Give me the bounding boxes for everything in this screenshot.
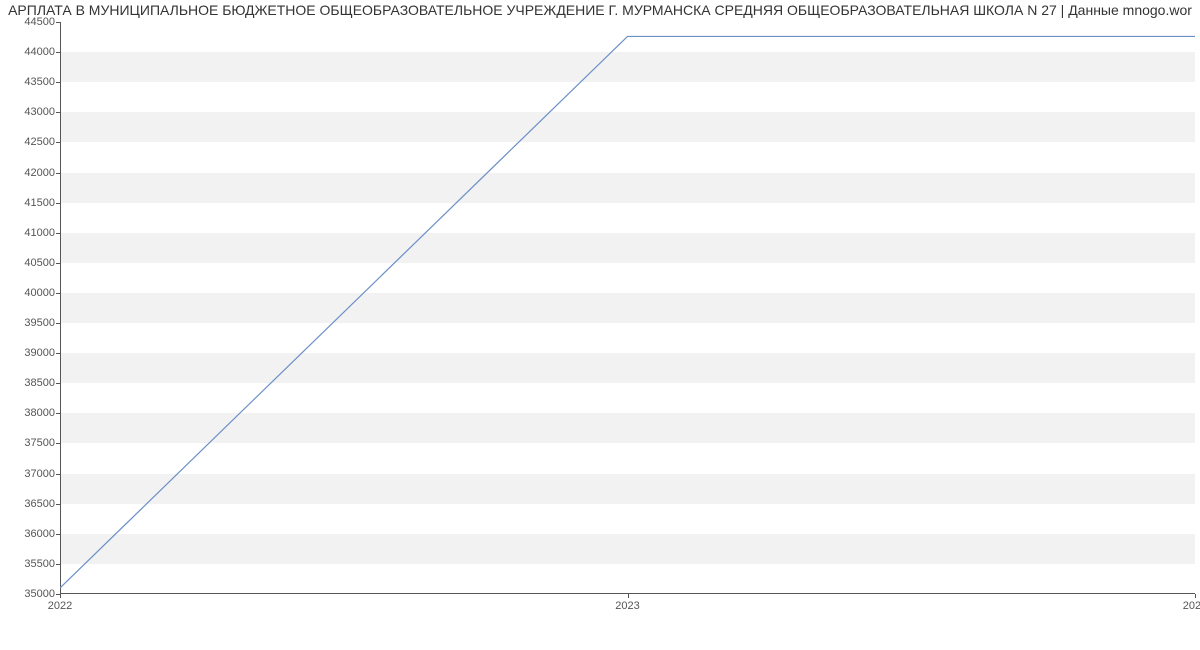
y-tick-label: 38500: [5, 377, 55, 389]
y-tick-label: 35500: [5, 558, 55, 570]
y-tick-mark: [56, 293, 60, 294]
x-tick-label: 2024: [1183, 600, 1200, 612]
y-tick-label: 39500: [5, 317, 55, 329]
y-tick-label: 44500: [5, 16, 55, 28]
y-tick-label: 38000: [5, 407, 55, 419]
y-tick-label: 43500: [5, 76, 55, 88]
y-tick-mark: [56, 142, 60, 143]
y-tick-label: 44000: [5, 46, 55, 58]
y-tick-mark: [56, 263, 60, 264]
y-tick-mark: [56, 323, 60, 324]
y-tick-mark: [56, 353, 60, 354]
y-tick-mark: [56, 443, 60, 444]
y-tick-label: 40000: [5, 287, 55, 299]
line-path: [60, 22, 1195, 594]
y-tick-label: 37000: [5, 468, 55, 480]
y-tick-label: 36000: [5, 528, 55, 540]
chart-title: АРПЛАТА В МУНИЦИПАЛЬНОЕ БЮДЖЕТНОЕ ОБЩЕОБ…: [0, 2, 1200, 18]
y-tick-mark: [56, 413, 60, 414]
y-tick-label: 37500: [5, 437, 55, 449]
y-tick-mark: [56, 534, 60, 535]
y-tick-mark: [56, 112, 60, 113]
x-tick-mark: [628, 594, 629, 598]
y-tick-label: 36500: [5, 498, 55, 510]
x-tick-mark: [1195, 594, 1196, 598]
y-tick-label: 39000: [5, 347, 55, 359]
y-tick-mark: [56, 203, 60, 204]
y-tick-label: 41500: [5, 197, 55, 209]
chart-container: АРПЛАТА В МУНИЦИПАЛЬНОЕ БЮДЖЕТНОЕ ОБЩЕОБ…: [0, 0, 1200, 650]
y-tick-mark: [56, 82, 60, 83]
y-tick-mark: [56, 52, 60, 53]
y-tick-mark: [56, 173, 60, 174]
x-tick-label: 2022: [48, 600, 72, 612]
y-tick-mark: [56, 22, 60, 23]
y-tick-label: 41000: [5, 227, 55, 239]
y-tick-label: 42000: [5, 167, 55, 179]
y-tick-label: 40500: [5, 257, 55, 269]
y-tick-mark: [56, 233, 60, 234]
y-tick-mark: [56, 474, 60, 475]
y-tick-label: 35000: [5, 588, 55, 600]
y-tick-label: 42500: [5, 136, 55, 148]
y-tick-mark: [56, 504, 60, 505]
y-tick-mark: [56, 564, 60, 565]
y-tick-mark: [56, 383, 60, 384]
x-tick-mark: [60, 594, 61, 598]
x-tick-label: 2023: [615, 600, 639, 612]
y-tick-label: 43000: [5, 106, 55, 118]
